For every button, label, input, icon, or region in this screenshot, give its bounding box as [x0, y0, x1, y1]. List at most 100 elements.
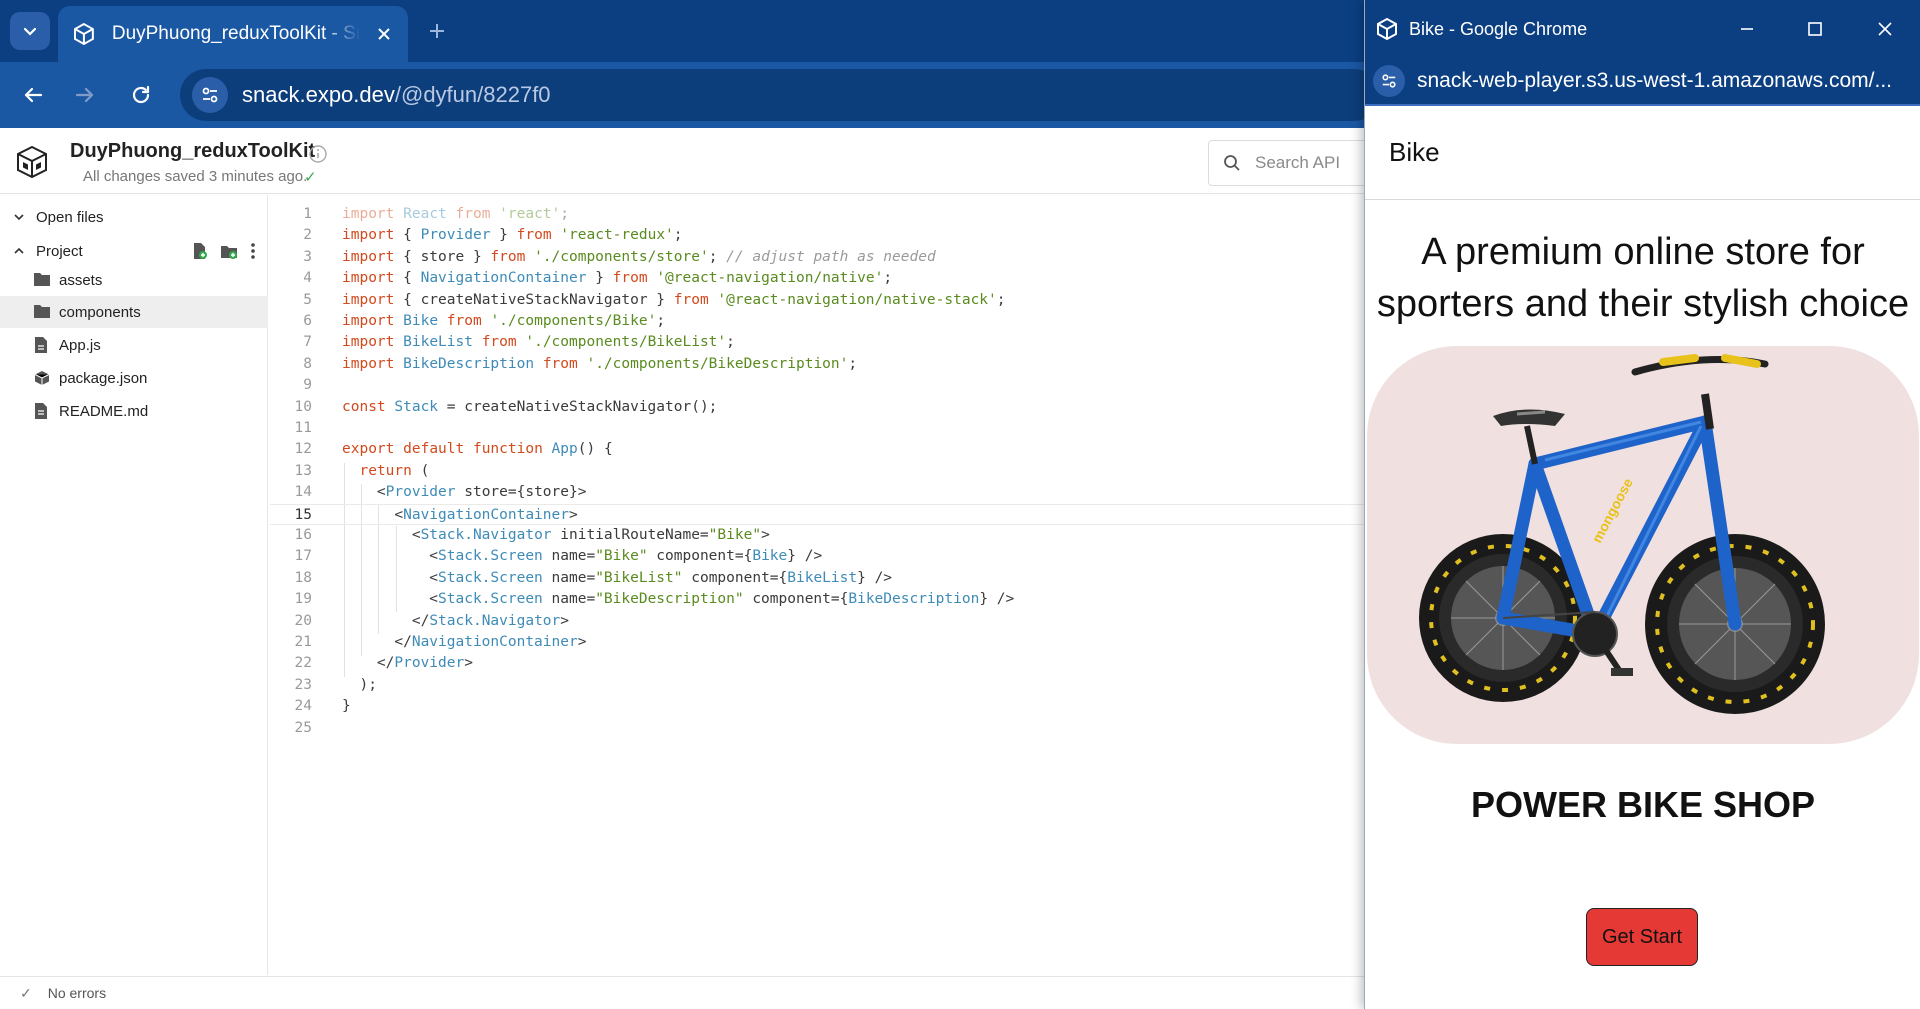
preview-window: Bike - Google Chrome snack-web-player.s3…: [1364, 0, 1920, 1009]
status-text[interactable]: No errors: [48, 985, 106, 1001]
file-item-components[interactable]: components: [0, 296, 268, 328]
save-status: All changes saved 3 minutes ago.: [83, 168, 308, 185]
line-number: 17: [294, 548, 312, 565]
code-line[interactable]: 20 </Stack.Navigator>: [270, 611, 1365, 632]
js-file-icon: [34, 337, 50, 353]
arrow-left-icon: [24, 87, 43, 103]
code-line[interactable]: 15 <NavigationContainer>: [270, 503, 1365, 525]
bike-image: mongoose: [1419, 354, 1825, 714]
code-line[interactable]: 5 import { createNativeStackNavigator } f…: [270, 290, 1365, 311]
info-icon[interactable]: [308, 144, 328, 164]
code-text: import { store } from './components/stor…: [342, 248, 936, 265]
shop-name: POWER BIKE SHOP: [1470, 784, 1816, 825]
chevron-up-icon: [14, 247, 24, 254]
new-tab-button[interactable]: [422, 16, 452, 46]
minimize-icon: [1741, 28, 1753, 30]
app-preview: Bike A premium online store for sporters…: [1365, 104, 1920, 1004]
code-line[interactable]: 19 <Stack.Screen name="BikeDescription" …: [270, 589, 1365, 610]
snack-favicon-icon: [73, 22, 94, 46]
code-text: <Provider store={store}>: [342, 484, 587, 501]
code-line[interactable]: 11: [270, 418, 1365, 439]
line-number: 10: [294, 398, 312, 415]
line-number: 20: [294, 612, 312, 629]
address-bar[interactable]: snack.expo.dev/@dyfun/8227f0: [180, 69, 1380, 121]
open-files-section[interactable]: Open files: [0, 202, 268, 232]
code-text: import BikeList from './components/BikeL…: [342, 334, 735, 351]
file-item-label: App.js: [59, 336, 101, 354]
close-icon: [1878, 22, 1892, 36]
file-item-readme[interactable]: README.md: [0, 395, 268, 427]
code-line[interactable]: 24}: [270, 696, 1365, 717]
code-line[interactable]: 2 import { Provider } from 'react-redux';: [270, 225, 1365, 246]
get-start-button[interactable]: Get Start: [1586, 908, 1698, 966]
check-icon: ✓: [304, 169, 317, 186]
plus-icon: [430, 24, 444, 38]
code-text: </Provider>: [342, 655, 473, 672]
browser-tab-active[interactable]: DuyPhuong_reduxToolKit - Snack: [58, 6, 408, 62]
line-number: 11: [294, 420, 312, 436]
code-line[interactable]: 9: [270, 375, 1365, 396]
preview-url-text: snack-web-player.s3.us-west-1.amazonaws.…: [1417, 69, 1893, 92]
line-number: 2: [303, 227, 312, 244]
site-info-button[interactable]: [1373, 65, 1405, 97]
maximize-button[interactable]: [1798, 12, 1832, 46]
back-button[interactable]: [14, 76, 52, 114]
preview-address-bar[interactable]: snack-web-player.s3.us-west-1.amazonaws.…: [1365, 58, 1920, 104]
code-line[interactable]: 13 return (: [270, 461, 1365, 482]
tab-close-button[interactable]: [374, 24, 394, 44]
code-text: </Stack.Navigator>: [342, 612, 569, 629]
code-text: <Stack.Navigator initialRouteName="Bike"…: [342, 527, 770, 543]
file-item-assets[interactable]: assets: [0, 264, 268, 296]
code-text: import { createNativeStackNavigator } fr…: [342, 291, 1006, 308]
code-line[interactable]: 6 import Bike from './components/Bike';: [270, 311, 1365, 332]
code-line[interactable]: 22 </Provider>: [270, 653, 1365, 674]
tab-search-button[interactable]: [10, 12, 50, 50]
reload-button[interactable]: [122, 76, 160, 114]
reload-icon: [132, 85, 150, 104]
code-line[interactable]: 21 </NavigationContainer>: [270, 632, 1365, 653]
check-icon: ✓: [20, 984, 32, 1001]
add-file-icon[interactable]: [192, 242, 208, 260]
code-line[interactable]: 25: [270, 718, 1365, 739]
code-line[interactable]: 14 <Provider store={store}>: [270, 482, 1365, 503]
file-item-package-json[interactable]: package.json: [0, 362, 268, 394]
minimize-button[interactable]: [1730, 12, 1764, 46]
code-line[interactable]: 17 <Stack.Screen name="Bike" component={…: [270, 546, 1365, 567]
code-text: export default function App() {: [342, 441, 613, 458]
code-line[interactable]: 7 import BikeList from './components/Bike…: [270, 332, 1365, 353]
code-line[interactable]: 8 import BikeDescription from './componen…: [270, 354, 1365, 375]
code-line[interactable]: 16 <Stack.Navigator initialRouteName="Bi…: [270, 525, 1365, 546]
code-line[interactable]: 3 import { store } from './components/sto…: [270, 247, 1365, 268]
code-text: <Stack.Screen name="Bike" component={Bik…: [342, 548, 823, 565]
url-host: snack.expo.dev: [242, 82, 395, 107]
code-text: import React from 'react';: [342, 206, 570, 222]
add-folder-icon[interactable]: [220, 242, 238, 260]
code-text: );: [342, 676, 377, 693]
search-api-input[interactable]: Search API: [1208, 140, 1388, 186]
project-section[interactable]: Project: [0, 236, 268, 266]
code-editor[interactable]: 1 import React from 'react'; 2 import { Pro…: [270, 195, 1365, 975]
line-number: 6: [303, 313, 312, 329]
snack-logo-icon: [17, 145, 47, 179]
file-item-label: assets: [59, 271, 103, 289]
code-text: <Stack.Screen name="BikeDescription" com…: [342, 591, 1015, 608]
line-number: 14: [294, 484, 312, 501]
more-vertical-icon[interactable]: [250, 242, 256, 260]
line-number: 5: [303, 291, 312, 308]
file-item-app-js[interactable]: App.js: [0, 329, 268, 361]
code-line[interactable]: 23 );: [270, 675, 1365, 696]
code-line[interactable]: 18 <Stack.Screen name="BikeList" compone…: [270, 568, 1365, 589]
maximize-icon: [1808, 22, 1822, 36]
project-title[interactable]: DuyPhuong_reduxToolKit: [70, 140, 315, 163]
chevron-down-icon: [14, 214, 24, 221]
code-text: import BikeDescription from './component…: [342, 355, 858, 372]
folder-icon: [34, 304, 50, 320]
line-number: 19: [294, 591, 312, 608]
code-line[interactable]: 1 import React from 'react';: [270, 204, 1365, 225]
forward-button[interactable]: [66, 76, 104, 114]
code-line[interactable]: 10 const Stack = createNativeStackNavigat…: [270, 397, 1365, 418]
code-line[interactable]: 4 import { NavigationContainer } from '@r…: [270, 268, 1365, 289]
code-line[interactable]: 12 export default function App() {: [270, 439, 1365, 460]
site-info-button[interactable]: [192, 77, 228, 113]
close-window-button[interactable]: [1868, 12, 1902, 46]
